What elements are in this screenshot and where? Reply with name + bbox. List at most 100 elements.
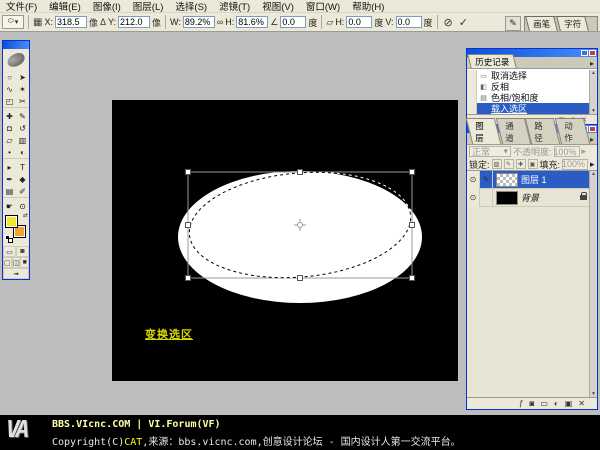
close-icon[interactable] xyxy=(589,126,596,132)
link-dimensions-icon[interactable]: ∞ xyxy=(217,17,223,27)
skew-h-input[interactable] xyxy=(346,16,373,28)
menu-filter[interactable]: 滤镜(T) xyxy=(213,0,256,13)
tool-healing-brush[interactable]: ✚ xyxy=(3,110,16,122)
transform-selection-label[interactable]: 变换选区 xyxy=(145,326,193,342)
visibility-eye-icon[interactable]: ⊙ xyxy=(467,170,480,189)
lock-transparency-button[interactable]: ▨ xyxy=(491,159,502,169)
spinner-icon[interactable]: ▸ xyxy=(590,159,595,170)
history-state-load-selection[interactable]: ▫ 载入选区 xyxy=(467,103,597,114)
menu-help[interactable]: 帮助(H) xyxy=(346,0,390,13)
add-layer-mask-button[interactable]: ◙ xyxy=(529,399,534,408)
jump-to-imageready-button[interactable]: ➟ xyxy=(3,268,29,279)
menu-view[interactable]: 视图(V) xyxy=(256,0,300,13)
layer-row-layer1[interactable]: ⊙ ✎ 图层 1 xyxy=(467,170,597,189)
skew-v-input[interactable] xyxy=(395,16,422,28)
tool-gradient[interactable]: ▥ xyxy=(16,134,29,146)
scroll-up-icon[interactable]: ▲ xyxy=(591,70,596,76)
scroll-up-icon[interactable]: ▲ xyxy=(591,171,596,177)
spinner-icon[interactable]: ▸ xyxy=(582,146,587,157)
tab-brushes[interactable]: 画笔 xyxy=(525,15,558,31)
tool-type[interactable]: T xyxy=(16,161,29,173)
scroll-down-icon[interactable]: ▼ xyxy=(591,391,596,397)
tool-eraser[interactable]: ▱ xyxy=(3,134,16,146)
menu-file[interactable]: 文件(F) xyxy=(0,0,43,13)
swap-colors-icon[interactable]: ⇄ xyxy=(23,212,28,219)
tool-slice[interactable]: ✂ xyxy=(16,95,29,107)
tab-character[interactable]: 字符 xyxy=(556,15,589,31)
brush-palette-button[interactable]: ✎ xyxy=(504,15,521,31)
tool-clone-stamp[interactable]: ◘ xyxy=(3,122,16,134)
new-layer-set-button[interactable]: ▭ xyxy=(540,399,548,408)
tool-brush[interactable]: ✎ xyxy=(16,110,29,122)
layer-row-background[interactable]: ⊙ 背景 xyxy=(467,188,597,207)
lock-position-button[interactable]: ✚ xyxy=(515,159,526,169)
history-source-well[interactable] xyxy=(467,103,477,114)
lock-pixels-button[interactable]: ✎ xyxy=(503,159,514,169)
layers-scrollbar[interactable]: ▲ ▼ xyxy=(589,171,597,397)
tool-move[interactable]: ➤ xyxy=(16,71,29,83)
menu-layer[interactable]: 图层(L) xyxy=(127,0,170,13)
fill-input[interactable]: 100% xyxy=(562,158,589,170)
width-percent-input[interactable] xyxy=(182,16,215,28)
tool-magic-wand[interactable]: ✶ xyxy=(16,83,29,95)
tool-blur[interactable]: • xyxy=(3,146,16,158)
layer-style-button[interactable]: ƒ xyxy=(519,399,523,408)
tab-actions[interactable]: 动作 xyxy=(554,118,590,144)
quick-mask-button[interactable]: ◙ xyxy=(16,246,29,257)
tool-notes[interactable]: ▤ xyxy=(3,185,16,197)
history-source-well[interactable] xyxy=(467,92,477,103)
tool-preset-picker[interactable]: ⬭ ▾ xyxy=(2,15,24,29)
toolbox-title-bar[interactable] xyxy=(3,41,29,49)
tool-dodge[interactable]: ◐ xyxy=(16,146,29,158)
tool-pen[interactable]: ✒ xyxy=(3,173,16,185)
visibility-eye-icon[interactable]: ⊙ xyxy=(467,188,480,207)
tool-crop[interactable]: ◰ xyxy=(3,95,16,107)
scroll-down-icon[interactable]: ▼ xyxy=(591,108,596,114)
lock-all-button[interactable]: ▣ xyxy=(527,159,538,169)
history-state-deselect[interactable]: ▭ 取消选择 xyxy=(467,70,597,81)
history-source-well[interactable] xyxy=(467,70,477,81)
menu-window[interactable]: 窗口(W) xyxy=(300,0,346,13)
minimize-icon[interactable] xyxy=(581,50,588,56)
adjustment-layer-button[interactable]: ◐ xyxy=(554,399,559,408)
tool-history-brush[interactable]: ↺ xyxy=(16,122,29,134)
history-state-hue-saturation[interactable]: ▤ 色相/饱和度 xyxy=(467,92,597,103)
delete-layer-button[interactable]: ✕ xyxy=(578,399,585,408)
layer-name[interactable]: 图层 1 xyxy=(521,173,547,186)
rotation-input[interactable] xyxy=(280,16,307,28)
relative-position-toggle[interactable]: Δ xyxy=(100,17,106,27)
opacity-input[interactable]: 100% xyxy=(553,146,580,157)
history-scrollbar[interactable]: ▲ ▼ xyxy=(589,70,597,114)
foreground-color-swatch[interactable] xyxy=(5,215,18,228)
tool-zoom[interactable]: ⊙ xyxy=(16,200,29,212)
standard-screen-button[interactable]: ▢ xyxy=(3,257,12,268)
height-percent-input[interactable] xyxy=(236,16,269,28)
fullscreen-menu-button[interactable]: ◫ xyxy=(11,257,21,268)
tool-lasso[interactable]: ∿ xyxy=(3,83,16,95)
new-layer-button[interactable]: ▣ xyxy=(565,399,573,408)
tool-elliptical-marquee[interactable]: ○ xyxy=(3,71,16,83)
cancel-transform-button[interactable]: ⊘ xyxy=(442,16,455,29)
x-position-input[interactable] xyxy=(54,16,87,28)
y-position-input[interactable] xyxy=(118,16,151,28)
tool-hand[interactable]: ☛ xyxy=(3,200,16,212)
fullscreen-button[interactable]: ■ xyxy=(20,257,30,268)
menu-edit[interactable]: 编辑(E) xyxy=(43,0,87,13)
tool-custom-shape[interactable]: ◆ xyxy=(16,173,29,185)
layer-thumbnail[interactable] xyxy=(496,172,518,187)
tool-path-selection[interactable]: ▸ xyxy=(3,161,16,173)
reference-point-locator[interactable]: ▦ xyxy=(33,17,42,28)
history-source-well[interactable] xyxy=(467,81,477,92)
standard-mode-button[interactable]: ▭ xyxy=(3,246,16,257)
commit-transform-button[interactable]: ✓ xyxy=(457,16,470,29)
layer-thumbnail[interactable] xyxy=(496,190,518,205)
tab-history[interactable]: 历史记录 xyxy=(467,54,517,68)
default-colors-icon[interactable] xyxy=(5,235,13,243)
document-canvas[interactable]: 变换选区 xyxy=(112,100,458,381)
close-icon[interactable] xyxy=(589,50,596,56)
blend-mode-select[interactable]: 正常 ▾ xyxy=(469,146,511,157)
menu-image[interactable]: 图像(I) xyxy=(87,0,127,13)
palette-menu-icon[interactable]: ▸ xyxy=(587,59,597,68)
menu-select[interactable]: 选择(S) xyxy=(169,0,213,13)
layer-name[interactable]: 背景 xyxy=(521,191,539,204)
